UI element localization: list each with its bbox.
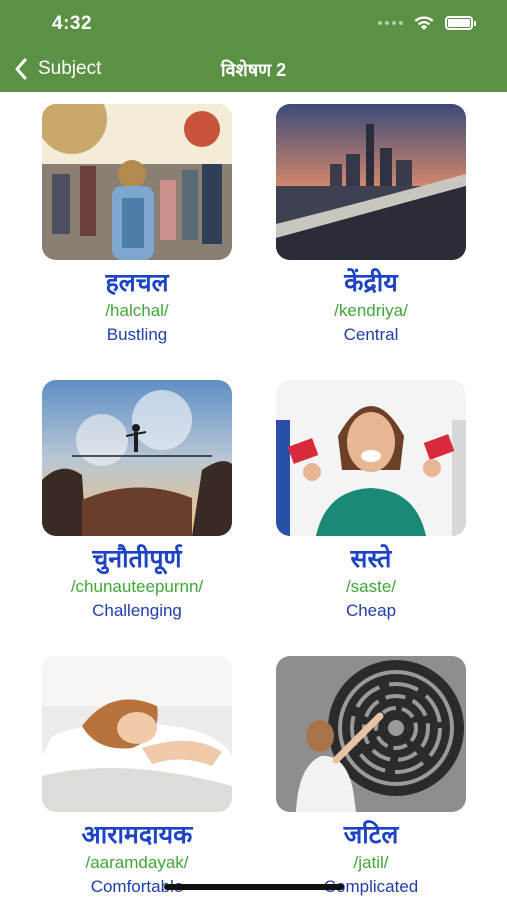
english-meaning: Central: [343, 325, 399, 344]
transliteration: /saste/: [345, 577, 397, 596]
hindi-word: सस्ते: [350, 545, 392, 573]
app-header: 4:32 Subject विशेषण 2: [0, 0, 507, 92]
transliteration: /kendriya/: [334, 301, 408, 320]
page-title: विशेषण 2: [220, 60, 287, 80]
word-card[interactable]: जटिल /jatil/ Complicated: [271, 656, 471, 898]
navigation-bar: Subject विशेषण 2: [0, 46, 507, 92]
city-skyline-photo: [276, 104, 466, 260]
crowd-street-photo: [42, 104, 232, 260]
woman-sleeping-pillow-photo: [42, 656, 232, 812]
hindi-word: हलचल: [105, 269, 169, 297]
tightrope-walker-photo: [42, 380, 232, 536]
status-bar: 4:32: [0, 0, 507, 46]
word-card[interactable]: हलचल /halchal/ Bustling: [37, 104, 237, 346]
hindi-word: चुनौतीपूर्ण: [92, 545, 182, 573]
wifi-icon: [414, 16, 434, 30]
word-grid: हलचल /halchal/ Bustling केंद्रीय /kendri…: [0, 92, 507, 900]
status-time: 4:32: [52, 13, 93, 34]
cellular-signal-icon: [378, 20, 403, 25]
transliteration: /halchal/: [105, 301, 169, 320]
hindi-word: केंद्रीय: [344, 269, 398, 297]
status-icons: [378, 14, 476, 31]
home-indicator[interactable]: [164, 884, 344, 890]
transliteration: /aaramdayak/: [85, 853, 189, 872]
transliteration: /jatil/: [353, 853, 389, 872]
hindi-word: आरामदायक: [81, 821, 193, 849]
english-meaning: Bustling: [106, 325, 168, 344]
transliteration: /chunauteepurnn/: [70, 577, 204, 596]
woman-sale-tags-photo: [276, 380, 466, 536]
english-meaning: Cheap: [345, 601, 397, 620]
english-meaning: Challenging: [92, 601, 182, 620]
word-card[interactable]: आरामदायक /aaramdayak/ Comfortable: [37, 656, 237, 898]
word-card[interactable]: सस्ते /saste/ Cheap: [271, 380, 471, 622]
woman-maze-wall-photo: [276, 656, 466, 812]
hindi-word: जटिल: [343, 821, 399, 849]
battery-icon: [445, 15, 476, 30]
word-card[interactable]: केंद्रीय /kendriya/ Central: [271, 104, 471, 346]
word-card[interactable]: चुनौतीपूर्ण /chunauteepurnn/ Challenging: [37, 380, 237, 622]
